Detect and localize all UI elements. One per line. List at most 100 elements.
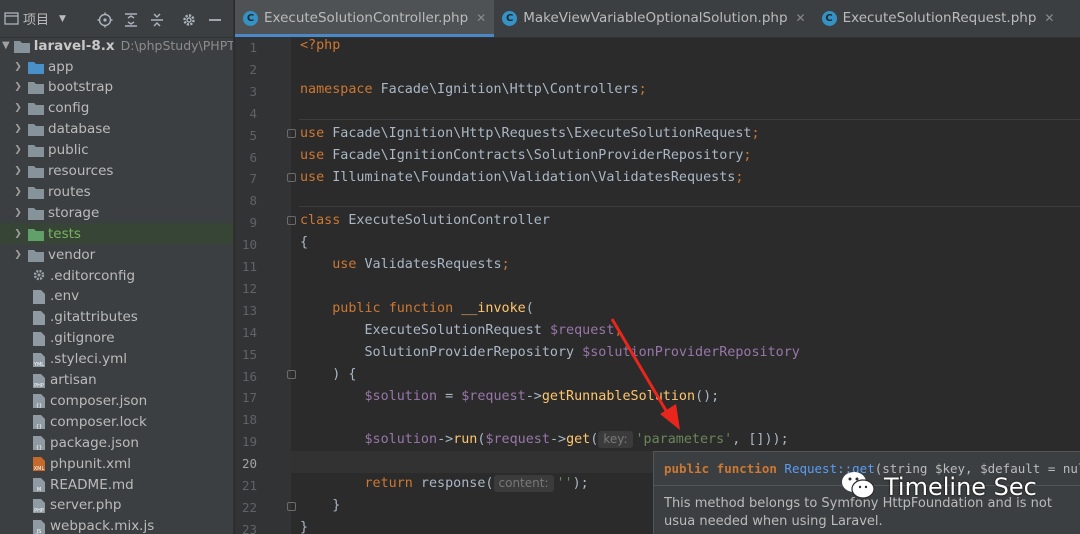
line-number: 17 <box>241 390 257 406</box>
collapse-all-icon[interactable] <box>146 10 168 30</box>
method-separator <box>299 206 1080 207</box>
line-number: 10 <box>241 237 257 253</box>
tree-item-database[interactable]: ❯ database <box>0 119 233 140</box>
tree-item-gitignore[interactable]: .gitignore <box>0 328 233 349</box>
folder-icon <box>28 61 44 74</box>
yml-file-icon: YML <box>32 352 46 368</box>
chevron-right-icon[interactable]: ❯ <box>12 208 24 218</box>
tree-item-storage[interactable]: ❯ storage <box>0 202 233 223</box>
chevron-down-icon[interactable]: ▼ <box>59 14 66 24</box>
tree-item-tests[interactable]: ❯ tests <box>0 223 233 245</box>
svg-text:PHP: PHP <box>34 508 44 514</box>
tree-item-phpunit-xml[interactable]: XML phpunit.xml <box>0 453 233 474</box>
text-file-icon <box>32 310 46 325</box>
code-line-19: $solution->run($request->get(key:'parame… <box>364 431 789 448</box>
watermark-text: Timeline Sec <box>884 473 1037 501</box>
expand-all-icon[interactable] <box>120 10 142 30</box>
chevron-right-icon[interactable]: ❯ <box>12 145 24 155</box>
tree-item-label: phpunit.xml <box>50 455 132 472</box>
tree-item-composer-lock[interactable]: {} composer.lock <box>0 411 233 432</box>
tree-item-gitattributes[interactable]: .gitattributes <box>0 307 233 328</box>
folder-icon <box>28 165 44 178</box>
line-number: 11 <box>241 259 257 274</box>
svg-text:M: M <box>37 487 41 493</box>
tree-item-styleci-yml[interactable]: YML .styleci.yml <box>0 349 233 370</box>
tree-item-routes[interactable]: ❯ routes <box>0 181 233 202</box>
locate-file-icon[interactable] <box>94 10 116 30</box>
line-number: 3 <box>249 83 257 99</box>
tree-item-env[interactable]: .env <box>0 286 233 307</box>
code-line-17: $solution = $request->getRunnableSolutio… <box>364 389 720 404</box>
tree-item-label: routes <box>48 183 91 200</box>
tree-item-app[interactable]: ❯ app <box>0 56 233 77</box>
chevron-right-icon[interactable]: ❯ <box>12 250 24 260</box>
tree-item-label: database <box>48 121 111 138</box>
chevron-right-icon[interactable]: ❯ <box>12 166 24 176</box>
gear-icon <box>32 268 46 283</box>
tree-item-label: vendor <box>48 246 96 263</box>
chevron-right-icon[interactable]: ❯ <box>12 103 24 113</box>
tree-item-public[interactable]: ❯ public <box>0 140 233 161</box>
chevron-right-icon[interactable]: ❯ <box>12 124 24 134</box>
tree-item-editorconfig[interactable]: .editorconfig <box>0 265 233 286</box>
chevron-right-icon[interactable]: ❯ <box>12 62 24 72</box>
method-separator <box>299 119 1080 120</box>
class-icon: C <box>243 10 258 26</box>
gear-icon[interactable] <box>178 10 200 30</box>
tree-item-package-json[interactable]: {} package.json <box>0 432 233 453</box>
tree-item-webpack-mix-js[interactable]: JS webpack.mix.js <box>0 516 233 534</box>
project-root-row[interactable]: ▼ laravel-8.x D:\phpStudy\PHPTuto <box>0 35 233 56</box>
line-number: 16 <box>241 368 257 384</box>
close-icon[interactable]: ✕ <box>476 11 486 25</box>
js-file-icon: JS <box>32 519 46 534</box>
tree-item-bootstrap[interactable]: ❯ bootstrap <box>0 77 233 98</box>
tree-item-label: .env <box>50 288 80 305</box>
tree-item-resources[interactable]: ❯ resources <box>0 161 233 182</box>
chevron-right-icon[interactable]: ❯ <box>12 187 24 197</box>
tab-make-view-variable-optional-solution[interactable]: C MakeViewVariableOptionalSolution.php ✕ <box>494 0 813 37</box>
close-icon[interactable]: ✕ <box>1044 11 1054 25</box>
tree-item-vendor[interactable]: ❯ vendor <box>0 244 233 265</box>
line-number: 6 <box>249 149 257 165</box>
tab-label: ExecuteSolutionRequest.php <box>842 10 1037 26</box>
tree-item-label: .gitattributes <box>50 309 138 326</box>
tree-item-server-php[interactable]: PHP server.php <box>0 495 233 516</box>
line-number: 15 <box>241 346 257 362</box>
folder-icon <box>28 81 44 95</box>
chevron-down-icon[interactable]: ▼ <box>2 40 10 51</box>
fold-marker-icon[interactable] <box>287 129 296 138</box>
tree-item-label: README.md <box>50 476 134 493</box>
line-number: 19 <box>241 434 257 450</box>
wechat-logo-icon <box>840 470 876 504</box>
fold-marker-icon[interactable] <box>287 502 296 511</box>
tree-item-readme-md[interactable]: M README.md <box>0 474 233 495</box>
tree-item-label: bootstrap <box>48 79 114 96</box>
editor-tab-bar: C ExecuteSolutionController.php ✕ C Make… <box>235 0 1080 38</box>
tree-item-artisan[interactable]: PHP artisan <box>0 370 233 391</box>
tab-execute-solution-request[interactable]: C ExecuteSolutionRequest.php ✕ <box>814 0 1063 37</box>
json-file-icon: {} <box>32 414 46 430</box>
fold-marker-icon[interactable] <box>287 216 296 225</box>
chevron-right-icon[interactable]: ❯ <box>12 82 24 92</box>
svg-text:YML: YML <box>33 362 44 368</box>
tree-item-composer-json[interactable]: {} composer.json <box>0 390 233 411</box>
markdown-file-icon: M <box>32 477 46 493</box>
code-line-15: SolutionProviderRepository $solutionProv… <box>364 345 800 360</box>
svg-text:PHP: PHP <box>34 383 44 389</box>
code-line-14: ExecuteSolutionRequest $request, <box>364 323 623 338</box>
line-number: 8 <box>249 193 257 209</box>
line-number: 12 <box>241 280 257 296</box>
fold-marker-icon[interactable] <box>287 173 296 182</box>
tree-item-config[interactable]: ❯ config <box>0 98 233 119</box>
tree-item-label: composer.lock <box>50 413 147 430</box>
tab-execute-solution-controller[interactable]: C ExecuteSolutionController.php ✕ <box>235 0 495 37</box>
project-view-title[interactable]: 项目 <box>23 9 49 28</box>
line-number: 2 <box>249 61 257 77</box>
fold-marker-icon[interactable] <box>287 370 296 379</box>
project-root-path: D:\phpStudy\PHPTuto <box>120 38 233 53</box>
close-icon[interactable]: ✕ <box>796 11 806 25</box>
chevron-right-icon[interactable]: ❯ <box>12 229 24 239</box>
tree-item-label: package.json <box>50 434 139 451</box>
minimize-icon[interactable] <box>204 10 226 30</box>
code-line-1: <?php <box>300 38 341 53</box>
